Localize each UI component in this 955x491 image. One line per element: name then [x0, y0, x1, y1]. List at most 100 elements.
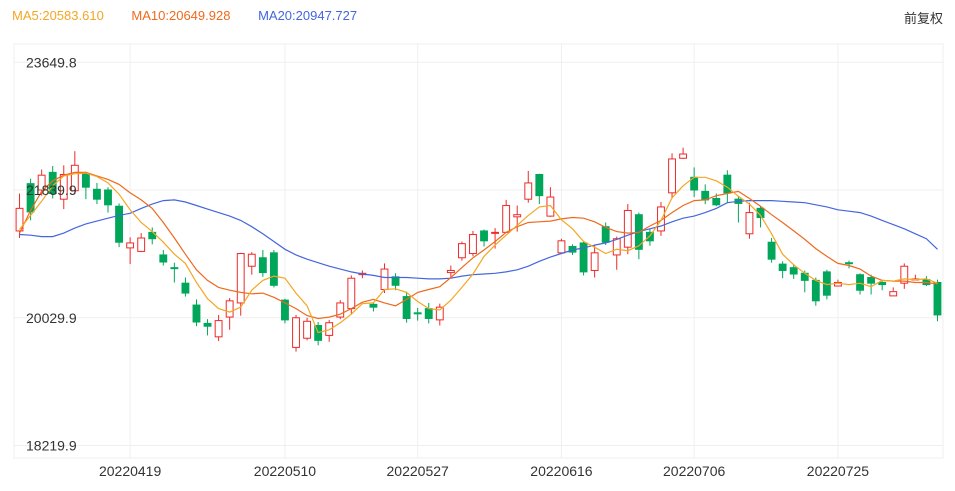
candle-body: [214, 320, 223, 338]
candle-body: [845, 262, 853, 265]
candle-down: [922, 276, 931, 286]
candle-up: [679, 147, 688, 159]
candle-down: [104, 187, 112, 213]
candle-up: [469, 230, 477, 257]
candle-body: [612, 238, 621, 256]
candle-body: [502, 205, 511, 233]
candle-body: [723, 174, 732, 194]
candle-body: [81, 173, 90, 188]
ma10-line: [18, 171, 938, 320]
candle-up: [623, 204, 632, 255]
candle-down: [170, 262, 179, 283]
candle-up: [745, 202, 754, 239]
candle-body: [712, 197, 721, 206]
y-tick-label: 18219.9: [26, 438, 77, 454]
candle-down: [933, 279, 942, 322]
candle-down: [115, 203, 123, 248]
candle-up: [612, 236, 621, 270]
candle-up: [557, 238, 566, 254]
y-tick-label: 20029.9: [26, 310, 77, 326]
candle-body: [225, 300, 234, 318]
candle-body: [126, 242, 135, 249]
candle-body: [203, 322, 212, 327]
x-tick-label: 20220419: [99, 463, 162, 479]
candle-up: [668, 153, 676, 199]
candle-up: [15, 193, 24, 239]
candle-down: [81, 171, 90, 200]
candle-body: [170, 267, 179, 270]
candle-body: [889, 291, 898, 297]
candle-body: [446, 269, 455, 274]
candle-body: [811, 279, 820, 302]
candlestick-chart[interactable]: 23649.8 21839.9 20029.9 18219.9 20220419 2022…: [0, 0, 955, 491]
plot-frame: [13, 43, 944, 459]
candle-up: [435, 303, 444, 326]
candle-body: [247, 253, 256, 267]
candle-up: [303, 317, 312, 341]
candle-up: [524, 170, 533, 203]
x-tick-label: 20220725: [807, 463, 870, 479]
candle-body: [236, 253, 245, 304]
candle-body: [856, 274, 864, 291]
candle-body: [93, 188, 101, 200]
candle-body: [480, 230, 488, 242]
candle-up: [225, 297, 234, 330]
y-tick-label: 21839.9: [26, 182, 77, 198]
candle-up: [214, 314, 223, 342]
candle-body: [623, 209, 632, 248]
candle-body: [867, 277, 876, 284]
candle-body: [325, 322, 334, 336]
candle-up: [336, 300, 345, 320]
candle-down: [402, 291, 411, 323]
candle-body: [778, 263, 787, 271]
x-tick-label: 20220706: [663, 463, 726, 479]
candle-down: [181, 277, 190, 297]
candle-body: [491, 231, 500, 234]
candle-down: [778, 261, 787, 279]
candle-body: [347, 277, 356, 310]
candle-down: [535, 173, 544, 205]
y-tick-label: 23649.8: [26, 54, 77, 70]
candle-body: [513, 214, 522, 218]
candle-down: [413, 307, 422, 321]
x-tick-label: 20220510: [254, 463, 317, 479]
candle-body: [745, 212, 754, 235]
candle-body: [104, 189, 112, 206]
candle-body: [601, 226, 610, 243]
candle-body: [137, 237, 146, 252]
candle-up: [502, 199, 511, 234]
candle-body: [115, 205, 123, 243]
candle-down: [579, 240, 588, 276]
candle-up: [247, 252, 256, 275]
candle-up: [292, 314, 300, 352]
ma5-line: [19, 172, 938, 334]
candle-down: [480, 229, 488, 247]
candle-down: [159, 250, 168, 266]
candle-up: [546, 187, 555, 217]
candle-body: [878, 281, 887, 286]
candle-body: [269, 252, 278, 286]
candle-body: [767, 241, 776, 260]
ma20-line: [19, 199, 938, 280]
candle-down: [192, 299, 201, 327]
candle-down: [690, 167, 699, 198]
candle-down: [634, 212, 643, 260]
candle-up: [900, 263, 909, 289]
candle-body: [524, 182, 533, 200]
candle-body: [535, 173, 544, 197]
candle-down: [701, 184, 710, 205]
candle-body: [192, 304, 201, 323]
candle-down: [767, 238, 776, 263]
candle-up: [590, 245, 599, 278]
candle-body: [668, 158, 676, 194]
candle-down: [391, 273, 400, 291]
candle-body: [557, 240, 566, 254]
candle-down: [734, 195, 743, 223]
candle-body: [933, 281, 942, 316]
candle-down: [269, 250, 278, 288]
candle-body: [469, 233, 477, 255]
candle-body: [435, 306, 444, 321]
candle-up: [137, 233, 146, 253]
candle-body: [303, 320, 312, 339]
candle-body: [457, 243, 466, 259]
